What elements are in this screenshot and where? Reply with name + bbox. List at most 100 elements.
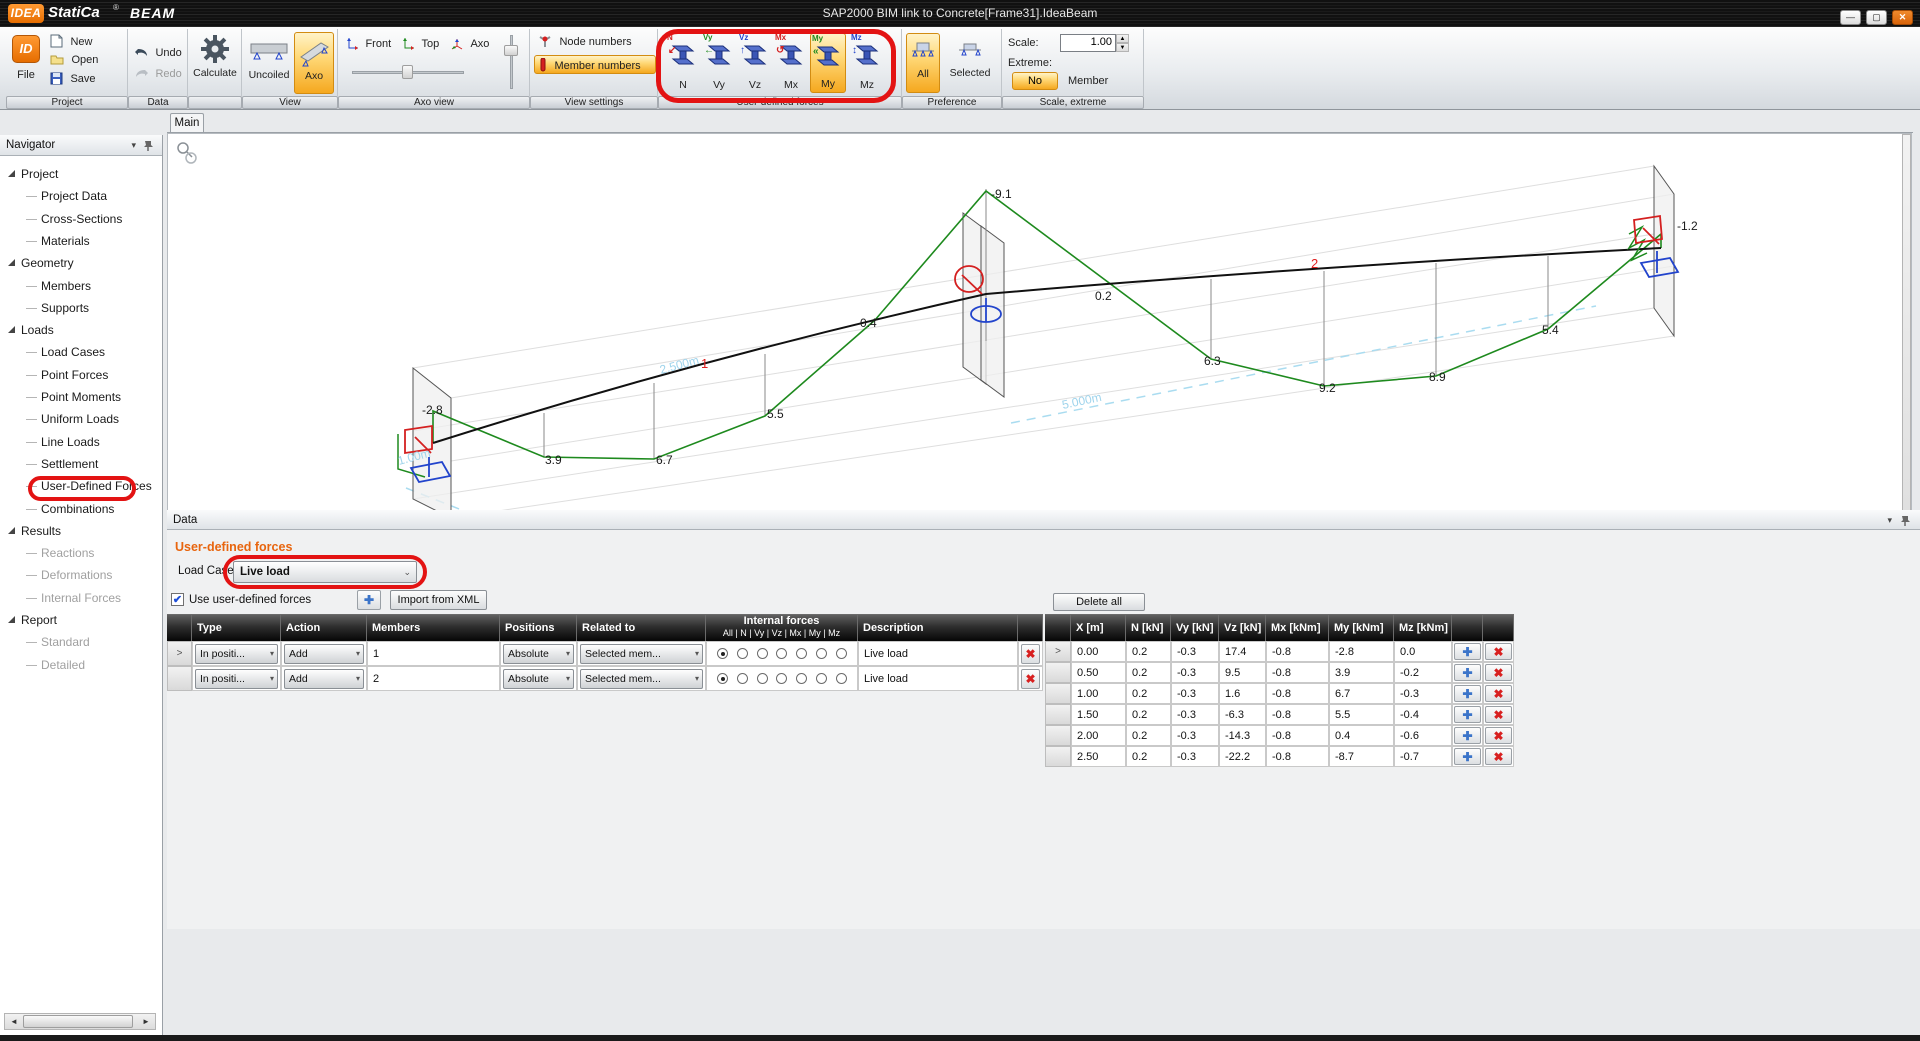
delete-point-button[interactable]: ✖ (1485, 664, 1512, 681)
navigator-item-detailed[interactable]: Detailed (0, 655, 160, 675)
tree-expander-icon[interactable] (8, 616, 15, 623)
delete-row-button[interactable]: ✖ (1021, 669, 1040, 689)
navigator-item-cross-sections[interactable]: Cross-Sections (0, 209, 160, 229)
cell-vz[interactable]: -6.3 (1219, 704, 1266, 725)
force-n-button[interactable]: N ↙ N (666, 33, 700, 93)
action-dropdown[interactable]: Add▾ (284, 644, 364, 664)
delete-point-button[interactable]: ✖ (1485, 685, 1512, 702)
all-button[interactable]: All (906, 33, 940, 93)
cell-vz[interactable]: 9.5 (1219, 662, 1266, 683)
spinner-up-icon[interactable]: ▲ (1116, 34, 1129, 43)
cell-mz[interactable]: -0.4 (1394, 704, 1452, 725)
cell-mx[interactable]: -0.8 (1266, 683, 1329, 704)
cell-mz[interactable]: -0.7 (1394, 746, 1452, 767)
cell-my[interactable]: -8.7 (1329, 746, 1394, 767)
cell-x[interactable]: 0.00 (1071, 641, 1126, 662)
tree-expander-icon[interactable] (8, 170, 15, 177)
front-view-button[interactable]: Front (346, 37, 391, 55)
cell-mz[interactable]: -0.6 (1394, 725, 1452, 746)
delete-point-button[interactable]: ✖ (1485, 748, 1512, 765)
navigator-pin-icon[interactable] (143, 139, 154, 152)
navigator-item-settlement[interactable]: Settlement (0, 454, 160, 474)
row-marker[interactable]: > (1045, 641, 1071, 662)
cell-mx[interactable]: -0.8 (1266, 704, 1329, 725)
add-point-button[interactable]: ✚ (1454, 685, 1481, 702)
rotate-slider-thumb[interactable] (504, 45, 518, 56)
cell-n[interactable]: 0.2 (1126, 683, 1171, 704)
navigator-chevron-icon[interactable]: ▾ (131, 135, 136, 155)
navigator-item-project-data[interactable]: Project Data (0, 186, 160, 206)
navigator-item-results[interactable]: Results (0, 521, 160, 541)
cell-n[interactable]: 0.2 (1126, 662, 1171, 683)
add-point-button[interactable]: ✚ (1454, 748, 1481, 765)
load-case-dropdown[interactable]: Live load ⌄ (233, 561, 417, 583)
zoom-slider-thumb[interactable] (402, 65, 413, 79)
node-numbers-toggle[interactable]: Node numbers (538, 35, 654, 53)
force-my-button[interactable]: My « My (810, 33, 846, 93)
navigator-item-members[interactable]: Members (0, 276, 160, 296)
cell-mx[interactable]: -0.8 (1266, 662, 1329, 683)
zoom-widget-icon[interactable] (178, 143, 196, 163)
navigator-item-line-loads[interactable]: Line Loads (0, 432, 160, 452)
radio-mx[interactable] (796, 648, 807, 659)
positions-dropdown[interactable]: Absolute▾ (503, 644, 574, 664)
radio-my[interactable] (816, 648, 827, 659)
zoom-slider[interactable] (352, 65, 464, 79)
radio-vy[interactable] (757, 673, 768, 684)
spinner-down-icon[interactable]: ▼ (1116, 43, 1129, 52)
navigator-item-point-moments[interactable]: Point Moments (0, 387, 160, 407)
scale-spinner[interactable]: ▲ ▼ (1116, 34, 1129, 52)
minimize-button[interactable]: — (1840, 10, 1861, 25)
members-field[interactable]: 1 (367, 641, 500, 666)
action-dropdown[interactable]: Add▾ (284, 669, 364, 689)
cell-n[interactable]: 0.2 (1126, 746, 1171, 767)
navigator-hscrollbar[interactable]: ◄ ► (4, 1013, 156, 1030)
cell-mx[interactable]: -0.8 (1266, 725, 1329, 746)
cell-vz[interactable]: 1.6 (1219, 683, 1266, 704)
scroll-right-icon[interactable]: ► (139, 1014, 153, 1029)
cell-vy[interactable]: -0.3 (1171, 662, 1219, 683)
cell-vy[interactable]: -0.3 (1171, 683, 1219, 704)
delete-point-button[interactable]: ✖ (1485, 727, 1512, 744)
related-dropdown[interactable]: Selected mem...▾ (580, 669, 703, 689)
force-mz-button[interactable]: Mz ↕ Mz (850, 33, 884, 93)
redo-button[interactable]: Redo (134, 66, 182, 84)
radio-mz[interactable] (836, 673, 847, 684)
new-button[interactable]: New (50, 34, 92, 53)
data-pin-icon[interactable] (1900, 514, 1911, 527)
cell-my[interactable]: 3.9 (1329, 662, 1394, 683)
selected-button[interactable]: Selected (942, 33, 998, 93)
delete-all-button[interactable]: Delete all (1053, 593, 1145, 611)
cell-n[interactable]: 0.2 (1126, 725, 1171, 746)
cell-mx[interactable]: -0.8 (1266, 641, 1329, 662)
navigator-item-internal-forces[interactable]: Internal Forces (0, 588, 160, 608)
add-point-button[interactable]: ✚ (1454, 706, 1481, 723)
members-field[interactable]: 2 (367, 666, 500, 691)
add-point-button[interactable]: ✚ (1454, 664, 1481, 681)
force-vy-button[interactable]: Vy ← Vy (702, 33, 736, 93)
cell-my[interactable]: 6.7 (1329, 683, 1394, 704)
tree-expander-icon[interactable] (8, 259, 15, 266)
type-dropdown[interactable]: In positi...▾ (195, 644, 278, 664)
scale-input[interactable]: 1.00 (1060, 34, 1116, 52)
cell-vz[interactable]: -14.3 (1219, 725, 1266, 746)
undo-button[interactable]: Undo (134, 45, 182, 63)
radio-mz[interactable] (836, 648, 847, 659)
navigator-item-user-defined-forces[interactable]: User-Defined Forces (0, 476, 160, 496)
cell-my[interactable]: -2.8 (1329, 641, 1394, 662)
radio-vy[interactable] (757, 648, 768, 659)
cell-x[interactable]: 2.50 (1071, 746, 1126, 767)
cell-n[interactable]: 0.2 (1126, 641, 1171, 662)
add-point-button[interactable]: ✚ (1454, 643, 1481, 660)
cell-x[interactable]: 1.00 (1071, 683, 1126, 704)
cell-mz[interactable]: -0.2 (1394, 662, 1452, 683)
tab-main[interactable]: Main (170, 113, 204, 133)
navigator-item-report[interactable]: Report (0, 610, 160, 630)
description-field[interactable]: Live load (858, 666, 1018, 691)
cell-my[interactable]: 5.5 (1329, 704, 1394, 725)
navigator-hscrollbar-thumb[interactable] (23, 1015, 133, 1028)
positions-dropdown[interactable]: Absolute▾ (503, 669, 574, 689)
navigator-item-load-cases[interactable]: Load Cases (0, 342, 160, 362)
cell-mx[interactable]: -0.8 (1266, 746, 1329, 767)
navigator-item-deformations[interactable]: Deformations (0, 565, 160, 585)
